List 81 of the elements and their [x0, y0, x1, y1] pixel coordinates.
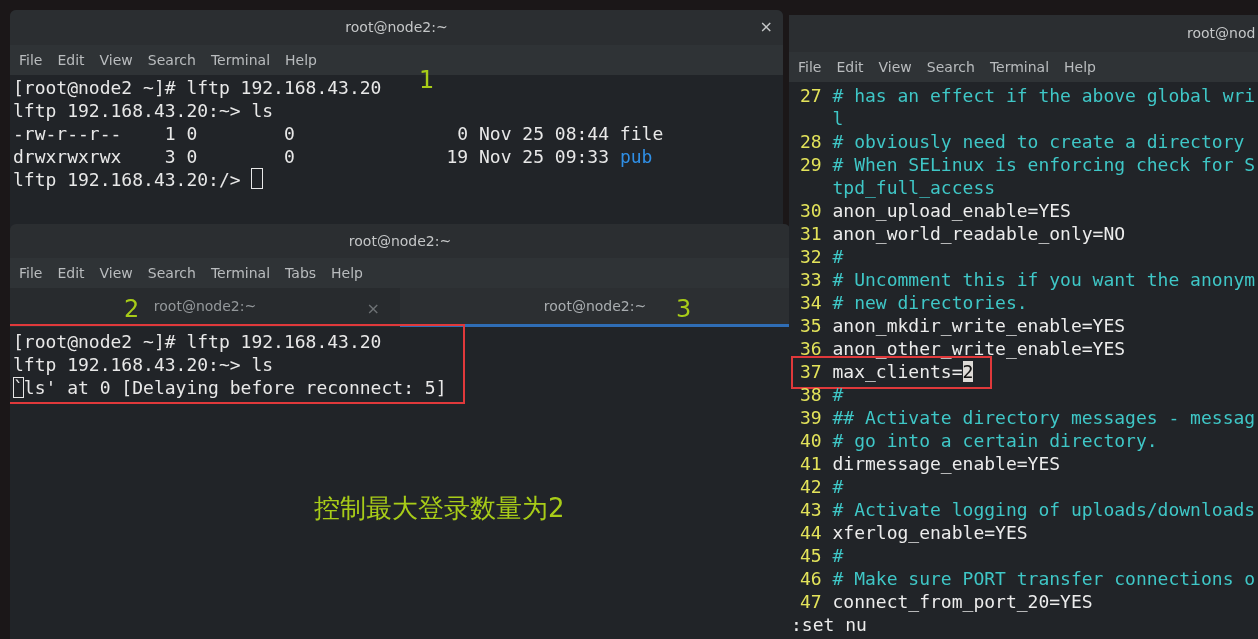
code-line: # go into a certain directory. — [832, 430, 1158, 451]
line-number: 28 — [800, 131, 822, 152]
code-line: # — [832, 384, 844, 405]
code-line: tpd_full_access — [832, 177, 996, 198]
terminal-text: lftp 192.168.43.20:~> ls — [13, 354, 274, 375]
line-number: 46 — [800, 568, 822, 589]
code-line: dirmessage_enable=YES — [832, 453, 1061, 474]
menu-item[interactable]: View — [99, 49, 133, 71]
close-button[interactable]: × — [759, 18, 773, 36]
line-number: 42 — [800, 476, 822, 497]
menu-item[interactable]: View — [878, 56, 912, 78]
line-number: 44 — [800, 522, 822, 543]
tab-label: root@node2:~ — [543, 296, 647, 316]
menu-item[interactable]: Search — [147, 262, 196, 284]
code-line: l — [832, 108, 844, 129]
code-line: # Uncomment this if you want the anonym — [832, 269, 1256, 290]
code-line: # — [832, 246, 844, 267]
code-line: # Activate logging of uploads/downloads — [832, 499, 1256, 520]
code-line: # has an effect if the above global wri — [832, 85, 1256, 106]
line-number: 37 — [800, 361, 822, 382]
line-number: 45 — [800, 545, 822, 566]
menu-item[interactable]: Terminal — [210, 262, 271, 284]
line-number: 40 — [800, 430, 822, 451]
tab-annotation: 2 — [124, 294, 140, 325]
terminal-text: lftp 192.168.43.20:~> ls — [13, 99, 274, 122]
line-number: 30 — [800, 200, 822, 221]
line-number: 32 — [800, 246, 822, 267]
code-line: anon_mkdir_write_enable=YES — [832, 315, 1126, 336]
code-line: # Make sure PORT transfer connections o — [832, 568, 1256, 589]
terminal-text: [root@node2 ~]# lftp 192.168.43.20 — [13, 76, 382, 99]
line-number: 38 — [800, 384, 822, 405]
line-number: 29 — [800, 154, 822, 175]
menu-item[interactable]: Help — [285, 49, 317, 71]
code-line: anon_upload_enable=YES — [832, 200, 1071, 221]
window-title: root@node2:~ — [345, 18, 448, 37]
menu-item[interactable]: File — [19, 49, 43, 71]
line-number: 34 — [800, 292, 822, 313]
code-line: connect_from_port_20=YES — [832, 591, 1093, 612]
code-line: anon_other_write_enable=YES — [832, 338, 1126, 359]
line-number: 35 — [800, 315, 822, 336]
code-line: xferlog_enable=YES — [832, 522, 1028, 543]
menu-item[interactable]: Search — [147, 49, 196, 71]
code-line: # new directories. — [832, 292, 1028, 313]
window-title: root@nod — [1187, 24, 1256, 43]
code-line: ## Activate directory messages - messag — [832, 407, 1256, 428]
tab-label: root@node2:~ — [153, 296, 257, 316]
menu-item[interactable]: Edit — [57, 262, 85, 284]
menu-item[interactable]: Edit — [57, 49, 85, 71]
menu-item[interactable]: Help — [331, 262, 363, 284]
terminal-text: drwxrwxrwx 3 0 0 19 Nov 25 09:33 — [13, 145, 611, 168]
line-number: 27 — [800, 85, 822, 106]
code-line: # — [832, 545, 844, 566]
code-line: # — [832, 476, 844, 497]
line-number: 39 — [800, 407, 822, 428]
menu-item[interactable]: View — [99, 262, 133, 284]
menu-item[interactable]: Tabs — [285, 262, 317, 284]
code-line: anon_world_readable_only=NO — [832, 223, 1126, 244]
terminal-text: -rw-r--r-- 1 0 0 0 Nov 25 08:44 file — [13, 122, 664, 145]
line-number: 47 — [800, 591, 822, 612]
directory-name: pub — [619, 145, 653, 168]
line-number: 33 — [800, 269, 822, 290]
line-number: 36 — [800, 338, 822, 359]
menu-item[interactable]: File — [19, 262, 43, 284]
menu-item[interactable]: Help — [1064, 56, 1096, 78]
code-line: # When SELinux is enforcing check for S — [832, 154, 1256, 175]
tab[interactable]: 2 root@node2:~ × — [10, 288, 400, 327]
window-title: root@node2:~ — [348, 231, 452, 251]
menu-item[interactable]: Terminal — [210, 49, 271, 71]
menu-item[interactable]: File — [798, 56, 822, 78]
line-number: 41 — [800, 453, 822, 474]
annotation-number: 1 — [419, 69, 435, 92]
caption: 控制最大登录数量为2 — [314, 492, 565, 525]
menu-item[interactable]: Search — [926, 56, 975, 78]
line-number: 31 — [800, 223, 822, 244]
menu-item[interactable]: Edit — [836, 56, 864, 78]
code-line: # obviously need to create a directory — [832, 131, 1245, 152]
terminal-text: lftp 192.168.43.20:/> — [13, 168, 242, 191]
terminal-text: [root@node2 ~]# lftp 192.168.43.20 — [13, 331, 382, 352]
line-number: 43 — [800, 499, 822, 520]
command-line: :set nu — [791, 614, 867, 635]
menu-item[interactable]: Terminal — [989, 56, 1050, 78]
